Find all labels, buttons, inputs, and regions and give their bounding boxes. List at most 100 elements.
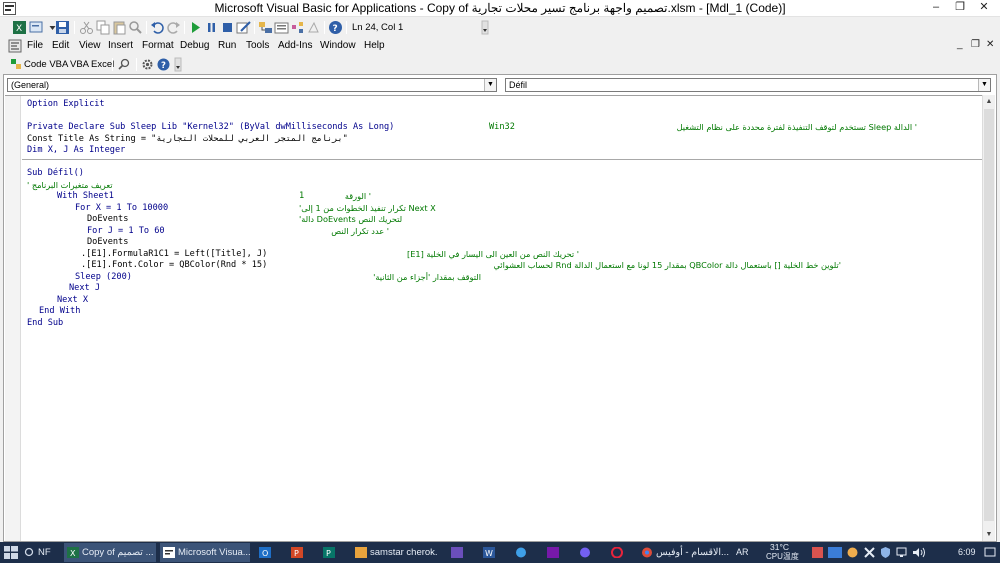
tray-app-icon[interactable] <box>828 547 842 558</box>
security-icon[interactable] <box>880 547 891 558</box>
task-nf[interactable]: NF <box>38 543 60 562</box>
menu-window[interactable]: Window <box>320 39 356 53</box>
task-publisher[interactable]: P <box>320 543 342 562</box>
mdi-close-button[interactable]: ✕ <box>986 39 994 50</box>
separator <box>324 21 325 34</box>
help-icon[interactable]: ? <box>157 58 170 71</box>
chevron-down-icon[interactable]: ▼ <box>978 79 990 91</box>
tray-app-icon[interactable] <box>847 547 858 558</box>
project-explorer-icon[interactable] <box>258 20 273 35</box>
scroll-thumb[interactable] <box>984 109 994 521</box>
code-window: (General) ▼ Défil ▼ Option Explicit Priv… <box>3 74 997 542</box>
save-icon[interactable] <box>55 20 70 35</box>
standard-toolbar: X ? Ln 24, Col 1 <box>0 18 1000 37</box>
code-line: Next X <box>57 294 89 305</box>
taskbar: NF X Copy of تصميم ... Microsoft Visua..… <box>0 542 1000 563</box>
design-mode-icon[interactable] <box>236 20 251 35</box>
task-vba[interactable]: Microsoft Visua... <box>160 543 250 562</box>
code-vba-button[interactable]: Code VBA <box>24 58 68 72</box>
notifications-icon[interactable] <box>984 547 996 558</box>
task-browser[interactable] <box>512 543 534 562</box>
copy-icon[interactable] <box>96 20 111 35</box>
language-indicator[interactable]: AR <box>736 543 749 562</box>
scroll-up-icon[interactable]: ▲ <box>983 95 995 108</box>
menu-edit[interactable]: Edit <box>52 39 69 53</box>
break-icon[interactable] <box>204 20 219 35</box>
object-dropdown[interactable]: (General) ▼ <box>7 78 497 92</box>
code-comment: التوقف بمقدار 'أجزاء من الثانية' <box>373 271 481 282</box>
task-powerpoint[interactable]: P <box>288 543 310 562</box>
scroll-down-icon[interactable]: ▼ <box>983 528 995 541</box>
mdi-restore-button[interactable]: ❐ <box>971 39 980 50</box>
margin-indicator-bar[interactable] <box>5 96 21 541</box>
task-word[interactable]: W <box>480 543 502 562</box>
menu-format[interactable]: Format <box>142 39 174 53</box>
toolbox-icon[interactable] <box>306 20 321 35</box>
start-icon[interactable] <box>4 546 18 559</box>
svg-text:X: X <box>16 24 22 34</box>
redo-icon[interactable] <box>166 20 181 35</box>
task-outlook[interactable]: O <box>256 543 278 562</box>
separator <box>136 58 137 71</box>
code-line: Sub Défil() <box>27 168 84 178</box>
menu-insert[interactable]: Insert <box>108 39 133 53</box>
close-button[interactable]: ✕ <box>970 0 998 16</box>
reset-icon[interactable] <box>220 20 235 35</box>
code-line: .[E1].FormulaR1C1 = Left([Title], J) <box>81 248 268 259</box>
help-icon[interactable]: ? <box>328 20 343 35</box>
run-icon[interactable] <box>188 20 203 35</box>
code-comment: ' تعريف متغيرات البرنامج <box>27 179 113 190</box>
object-browser-icon[interactable] <box>290 20 305 35</box>
menu-add-ins[interactable]: Add-Ins <box>278 39 312 53</box>
menu-view[interactable]: View <box>79 39 101 53</box>
task-samstar[interactable]: samstar cherok... <box>352 543 438 562</box>
menu-file[interactable]: File <box>27 39 43 53</box>
view-excel-icon[interactable]: X <box>12 20 27 35</box>
title-bar: Microsoft Visual Basic for Applications … <box>0 0 1000 17</box>
procedure-divider <box>22 159 983 160</box>
properties-icon[interactable] <box>274 20 289 35</box>
toolbar-options-icon[interactable] <box>174 57 182 72</box>
cut-icon[interactable] <box>79 20 94 35</box>
visual-studio-icon <box>451 547 463 558</box>
insert-module-icon[interactable] <box>29 20 44 35</box>
task-opera[interactable] <box>608 543 630 562</box>
volume-icon[interactable] <box>912 547 926 558</box>
search-icon[interactable] <box>24 547 36 557</box>
task-viber[interactable] <box>576 543 598 562</box>
excel-button[interactable]: Excel <box>91 58 114 72</box>
chevron-down-icon[interactable]: ▼ <box>484 79 496 91</box>
vba-app-icon <box>163 547 175 558</box>
separator <box>184 21 185 34</box>
task-label: الاقسام - أوفيس... <box>656 547 729 558</box>
toolbar-options-icon[interactable] <box>481 20 489 35</box>
clock[interactable]: 6:09 <box>958 543 976 562</box>
mdi-minimize-button[interactable]: _ <box>957 39 963 50</box>
vertical-scrollbar[interactable]: ▲ ▼ <box>982 95 995 541</box>
find-icon[interactable] <box>128 20 143 35</box>
vba-menu-icon[interactable] <box>8 39 22 53</box>
task-visual-studio[interactable] <box>448 543 470 562</box>
settings-icon[interactable] <box>141 58 154 71</box>
svg-text:P: P <box>294 549 299 558</box>
menu-tools[interactable]: Tools <box>246 39 269 53</box>
menu-run[interactable]: Run <box>218 39 236 53</box>
task-onenote[interactable] <box>544 543 566 562</box>
code-editor[interactable]: Option Explicit Private Declare Sub Slee… <box>5 95 983 541</box>
code-vba-icon[interactable] <box>10 58 22 70</box>
powerpoint-icon: P <box>291 547 303 558</box>
search-icon[interactable] <box>118 58 131 71</box>
task-chrome[interactable]: الاقسام - أوفيس... <box>638 543 730 562</box>
undo-icon[interactable] <box>150 20 165 35</box>
task-excel[interactable]: X Copy of تصميم ... <box>64 543 156 562</box>
menu-help[interactable]: Help <box>364 39 385 53</box>
vba-button[interactable]: VBA <box>70 58 89 72</box>
menu-debug[interactable]: Debug <box>180 39 209 53</box>
tray-app-icon[interactable] <box>812 547 823 558</box>
chrome-icon <box>642 547 652 558</box>
tray-app-icon[interactable] <box>864 547 875 558</box>
task-label: Microsoft Visua... <box>178 547 250 558</box>
paste-icon[interactable] <box>112 20 127 35</box>
network-icon[interactable] <box>896 547 907 558</box>
procedure-dropdown[interactable]: Défil ▼ <box>505 78 991 92</box>
